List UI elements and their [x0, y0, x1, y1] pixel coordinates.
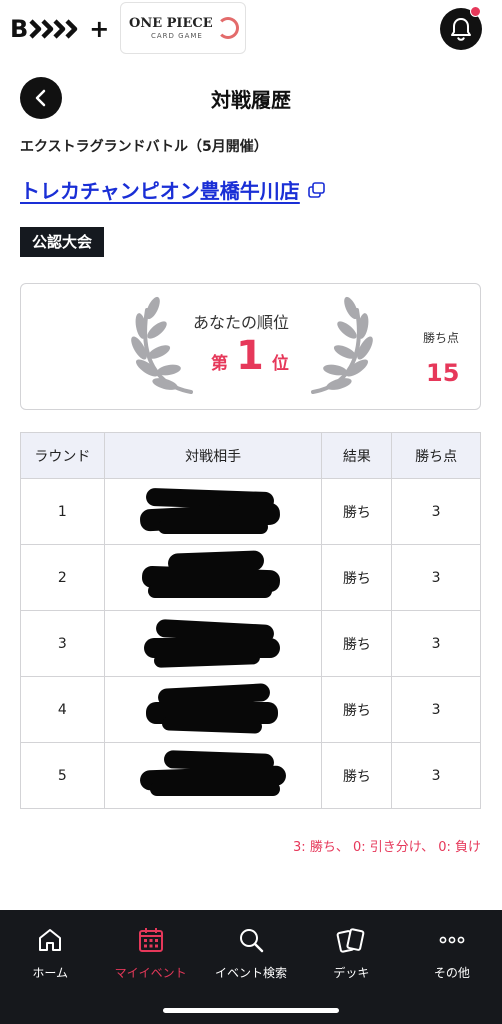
nav-my-events[interactable]: マイイベント — [100, 910, 200, 1024]
result-cell: 勝ち — [321, 610, 393, 677]
redacted-opponent-name — [138, 616, 288, 668]
result-cell: 勝ち — [321, 742, 393, 809]
results-table: ラウンド 対戦相手 結果 勝ち点 1 勝ち 3 2 勝ち 3 3 勝ち 3 4 … — [20, 432, 481, 809]
rank-value: 第 1 位 — [211, 336, 289, 376]
nav-more-label: その他 — [433, 966, 470, 980]
opponent-cell — [103, 676, 323, 743]
redacted-opponent-name — [138, 748, 288, 800]
external-link-icon — [308, 181, 325, 198]
header-round: ラウンド — [20, 432, 105, 479]
round-cell: 3 — [20, 610, 105, 677]
game-logo-emblem — [217, 17, 239, 39]
round-cell: 1 — [20, 478, 105, 545]
bottom-nav: ホーム マイイベント イベント検索 デッキ その他 — [0, 910, 502, 1024]
points-cell: 3 — [391, 676, 481, 743]
event-type-badge: 公認大会 — [20, 227, 105, 257]
cards-icon — [337, 928, 365, 953]
round-cell: 2 — [20, 544, 105, 611]
nav-more[interactable]: その他 — [402, 910, 502, 1024]
nav-event-search[interactable]: イベント検索 — [201, 910, 301, 1024]
rank-label: あなたの順位 — [193, 313, 290, 332]
calendar-icon — [138, 928, 163, 952]
page-title: 対戦履歴 — [211, 88, 291, 112]
table-row: 1 勝ち 3 — [20, 478, 481, 545]
redacted-opponent-name — [138, 682, 288, 734]
brand-logo-plus: + — [89, 15, 109, 43]
points-legend: 3: 勝ち、 0: 引き分け、 0: 負け — [293, 840, 481, 855]
home-icon — [39, 929, 62, 951]
rank-suffix: 位 — [271, 354, 289, 374]
header-result: 結果 — [321, 432, 393, 479]
search-icon — [240, 929, 264, 953]
brand-logo-waves — [29, 19, 78, 39]
notification-badge — [470, 6, 481, 17]
round-cell: 5 — [20, 742, 105, 809]
bandai-plus-logo[interactable]: B + — [10, 14, 109, 44]
round-cell: 4 — [20, 676, 105, 743]
nav-event-search-label: イベント検索 — [215, 966, 288, 980]
opponent-cell — [103, 544, 323, 611]
opponent-cell — [103, 742, 323, 809]
top-bar: B + ONE PIECE CARD GAME — [0, 0, 502, 58]
brand-logo-letter: B — [10, 15, 28, 43]
event-name: エクストラグランドバトル（5月開催） — [20, 139, 268, 155]
points-cell: 3 — [391, 610, 481, 677]
one-piece-card-game-logo[interactable]: ONE PIECE CARD GAME — [120, 2, 246, 54]
opponent-cell — [103, 478, 323, 545]
table-row: 5 勝ち 3 — [20, 742, 481, 809]
nav-deck-label: デッキ — [333, 966, 370, 980]
table-row: 4 勝ち 3 — [20, 676, 481, 743]
result-cell: 勝ち — [321, 676, 393, 743]
nav-home[interactable]: ホーム — [0, 910, 100, 1024]
rank-number: 1 — [236, 333, 264, 379]
table-header-row: ラウンド 対戦相手 結果 勝ち点 — [20, 432, 481, 479]
bell-icon — [451, 18, 471, 41]
rank-prefix: 第 — [211, 354, 228, 374]
laurel-left-icon — [131, 296, 193, 394]
result-cell: 勝ち — [321, 544, 393, 611]
store-link[interactable]: トレカチャンピオン豊橋牛川店 — [20, 175, 326, 204]
table-row: 3 勝ち 3 — [20, 610, 481, 677]
opponent-cell — [103, 610, 323, 677]
points-cell: 3 — [391, 544, 481, 611]
nav-my-events-label: マイイベント — [114, 966, 187, 980]
points-cell: 3 — [391, 478, 481, 545]
nav-deck[interactable]: デッキ — [301, 910, 401, 1024]
points-cell: 3 — [391, 742, 481, 809]
home-indicator — [163, 1008, 339, 1013]
redacted-opponent-name — [138, 549, 288, 602]
result-cell: 勝ち — [321, 478, 393, 545]
more-icon — [439, 936, 465, 944]
laurel-right-icon — [311, 296, 373, 394]
nav-home-label: ホーム — [32, 966, 69, 980]
header-points: 勝ち点 — [391, 432, 481, 479]
redacted-opponent-name — [138, 484, 288, 536]
table-row: 2 勝ち 3 — [20, 544, 481, 611]
store-name[interactable]: トレカチャンピオン豊橋牛川店 — [20, 175, 300, 204]
points-label: 勝ち点 — [423, 331, 460, 345]
points-value: 15 — [426, 359, 460, 387]
header-opponent: 対戦相手 — [103, 432, 323, 479]
rank-card: あなたの順位 第 1 位 勝ち点 15 — [20, 283, 481, 410]
